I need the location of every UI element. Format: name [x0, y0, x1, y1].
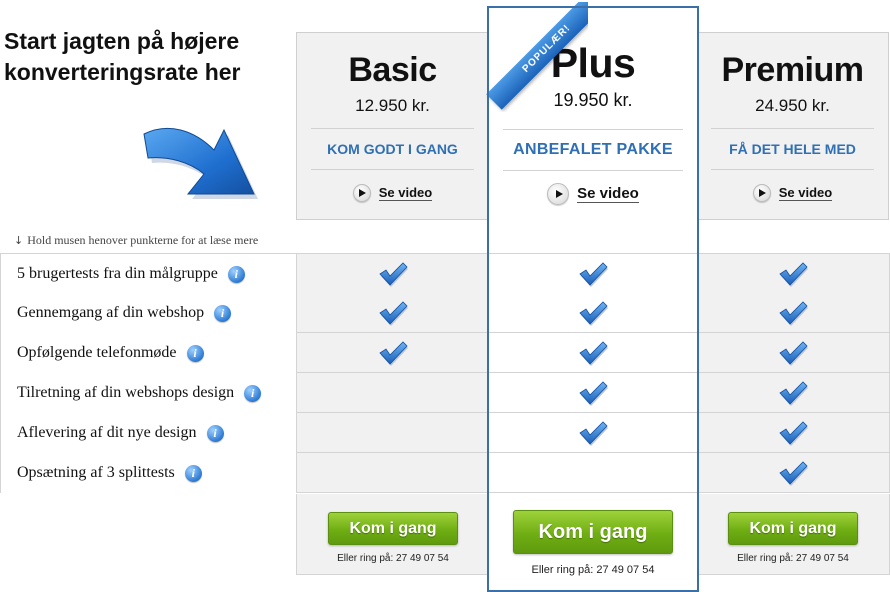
checkmark-icon: [378, 300, 408, 326]
plan-price: 24.950 kr.: [755, 96, 830, 115]
feature-table: 5 brugertests fra din målgruppe i Gennemga…: [0, 253, 890, 493]
plan-tagline: FÅ DET HELE MED: [729, 141, 856, 157]
cta-cell-plus: Kom i gang Eller ring på: 27 49 07 54: [489, 494, 697, 590]
checkmark-icon: [578, 340, 608, 366]
plan-header-basic: Basic 12.950 kr. KOM GODT I GANG Se vide…: [296, 32, 488, 220]
see-video-link-plus[interactable]: Se video: [547, 183, 639, 205]
feature-cell-basic: [296, 293, 488, 332]
feature-cell-premium: [697, 254, 890, 293]
phone-text: Eller ring på: 27 49 07 54: [531, 564, 655, 576]
checkmark-icon: [578, 380, 608, 406]
feature-cell-premium: [697, 293, 890, 332]
info-icon[interactable]: i: [184, 464, 202, 482]
feature-row: 5 brugertests fra din målgruppe i: [0, 253, 890, 294]
feature-cell-plus: [489, 254, 697, 293]
checkmark-icon: [578, 420, 608, 446]
feature-cell-premium: [697, 373, 890, 412]
checkmark-icon: [778, 340, 808, 366]
feature-cell-basic: [296, 254, 488, 293]
plan-price: 19.950 kr.: [553, 90, 633, 110]
cta-cell-basic: Kom i gang Eller ring på: 27 49 07 54: [296, 494, 489, 575]
feature-label: Opsætning af 3 splittests: [17, 464, 175, 481]
big-arrow-icon: [143, 127, 258, 199]
video-link-label: Se video: [778, 185, 833, 201]
hint-text: Hold musen henover punkterne for at læse…: [27, 233, 259, 247]
feature-row: Opsætning af 3 splittests i: [0, 453, 890, 493]
feature-cell-basic: [296, 413, 488, 452]
divider: [503, 170, 683, 171]
plan-name: Premium: [721, 51, 865, 89]
feature-cell-premium: [697, 413, 890, 452]
feature-cell-plus: [489, 293, 697, 332]
feature-label-cell: Gennemgang af din webshop i: [0, 293, 296, 333]
video-link-label: Se video: [378, 185, 433, 201]
get-started-button-premium[interactable]: Kom i gang: [728, 512, 858, 545]
checkmark-icon: [578, 261, 608, 287]
checkmark-icon: [778, 420, 808, 446]
see-video-link-premium[interactable]: Se video: [752, 184, 833, 202]
feature-label: Gennemgang af din webshop: [17, 304, 205, 321]
feature-label: 5 brugertests fra din målgruppe: [17, 265, 218, 282]
divider: [311, 169, 474, 170]
video-link-label: Se video: [577, 185, 639, 203]
feature-cell-basic: [296, 453, 488, 492]
play-icon: [352, 184, 371, 202]
feature-row: Aflevering af dit nye design i: [0, 413, 890, 453]
plan-header-premium: Premium 24.950 kr. FÅ DET HELE MED Se vi…: [697, 32, 889, 220]
feature-cell-plus: [489, 413, 697, 452]
info-icon[interactable]: i: [206, 424, 224, 442]
feature-row: Tilretning af din webshops design i: [0, 373, 890, 413]
plan-header-plus: Plus 19.950 kr. ANBEFALET PAKKE Se video: [489, 7, 697, 219]
plan-price: 12.950 kr.: [355, 96, 430, 115]
checkmark-icon: [378, 340, 408, 366]
plan-name: Basic: [348, 51, 437, 89]
feature-cell-plus: [489, 333, 697, 372]
checkmark-icon: [778, 300, 808, 326]
down-arrow-icon: ↓: [14, 234, 24, 247]
feature-label: Tilretning af din webshops design: [17, 384, 235, 401]
feature-cell-premium: [697, 453, 890, 492]
cta-cell-premium: Kom i gang Eller ring på: 27 49 07 54: [697, 494, 890, 575]
headline: Start jagten på højere konverteringsrate…: [4, 28, 241, 85]
phone-text: Eller ring på: 27 49 07 54: [337, 553, 449, 564]
checkmark-icon: [378, 261, 408, 287]
feature-label: Opfølgende telefonmøde: [17, 344, 177, 361]
get-started-button-basic[interactable]: Kom i gang: [328, 512, 458, 545]
plan-name: Plus: [550, 40, 636, 86]
plan-tagline: KOM GODT I GANG: [327, 141, 458, 157]
phone-text: Eller ring på: 27 49 07 54: [737, 553, 849, 564]
feature-label: Aflevering af dit nye design: [17, 424, 197, 441]
info-icon[interactable]: i: [214, 304, 232, 322]
get-started-button-plus[interactable]: Kom i gang: [513, 510, 673, 554]
divider: [711, 169, 874, 170]
checkmark-icon: [778, 460, 808, 486]
hover-hint: ↓ Hold musen henover punkterne for at læs…: [14, 233, 258, 248]
play-icon: [752, 184, 771, 202]
info-icon[interactable]: i: [227, 265, 245, 283]
feature-cell-basic: [296, 333, 488, 372]
feature-cell-premium: [697, 333, 890, 372]
checkmark-icon: [778, 380, 808, 406]
feature-cell-basic: [296, 373, 488, 412]
see-video-link-basic[interactable]: Se video: [352, 184, 433, 202]
plan-tagline: ANBEFALET PAKKE: [513, 141, 673, 158]
feature-row: Gennemgang af din webshop i: [0, 293, 890, 333]
feature-label-cell: Opsætning af 3 splittests i: [0, 453, 296, 493]
info-icon[interactable]: i: [244, 384, 262, 402]
feature-label-cell: Tilretning af din webshops design i: [0, 373, 296, 413]
checkmark-icon: [778, 261, 808, 287]
feature-label-cell: Aflevering af dit nye design i: [0, 413, 296, 453]
feature-row: Opfølgende telefonmøde i: [0, 333, 890, 373]
feature-cell-plus: [489, 453, 697, 492]
feature-label-cell: Opfølgende telefonmøde i: [0, 333, 296, 373]
feature-cell-plus: [489, 373, 697, 412]
info-icon[interactable]: i: [186, 344, 204, 362]
play-icon: [547, 183, 570, 205]
feature-label-cell: 5 brugertests fra din målgruppe i: [0, 254, 296, 294]
checkmark-icon: [578, 300, 608, 326]
